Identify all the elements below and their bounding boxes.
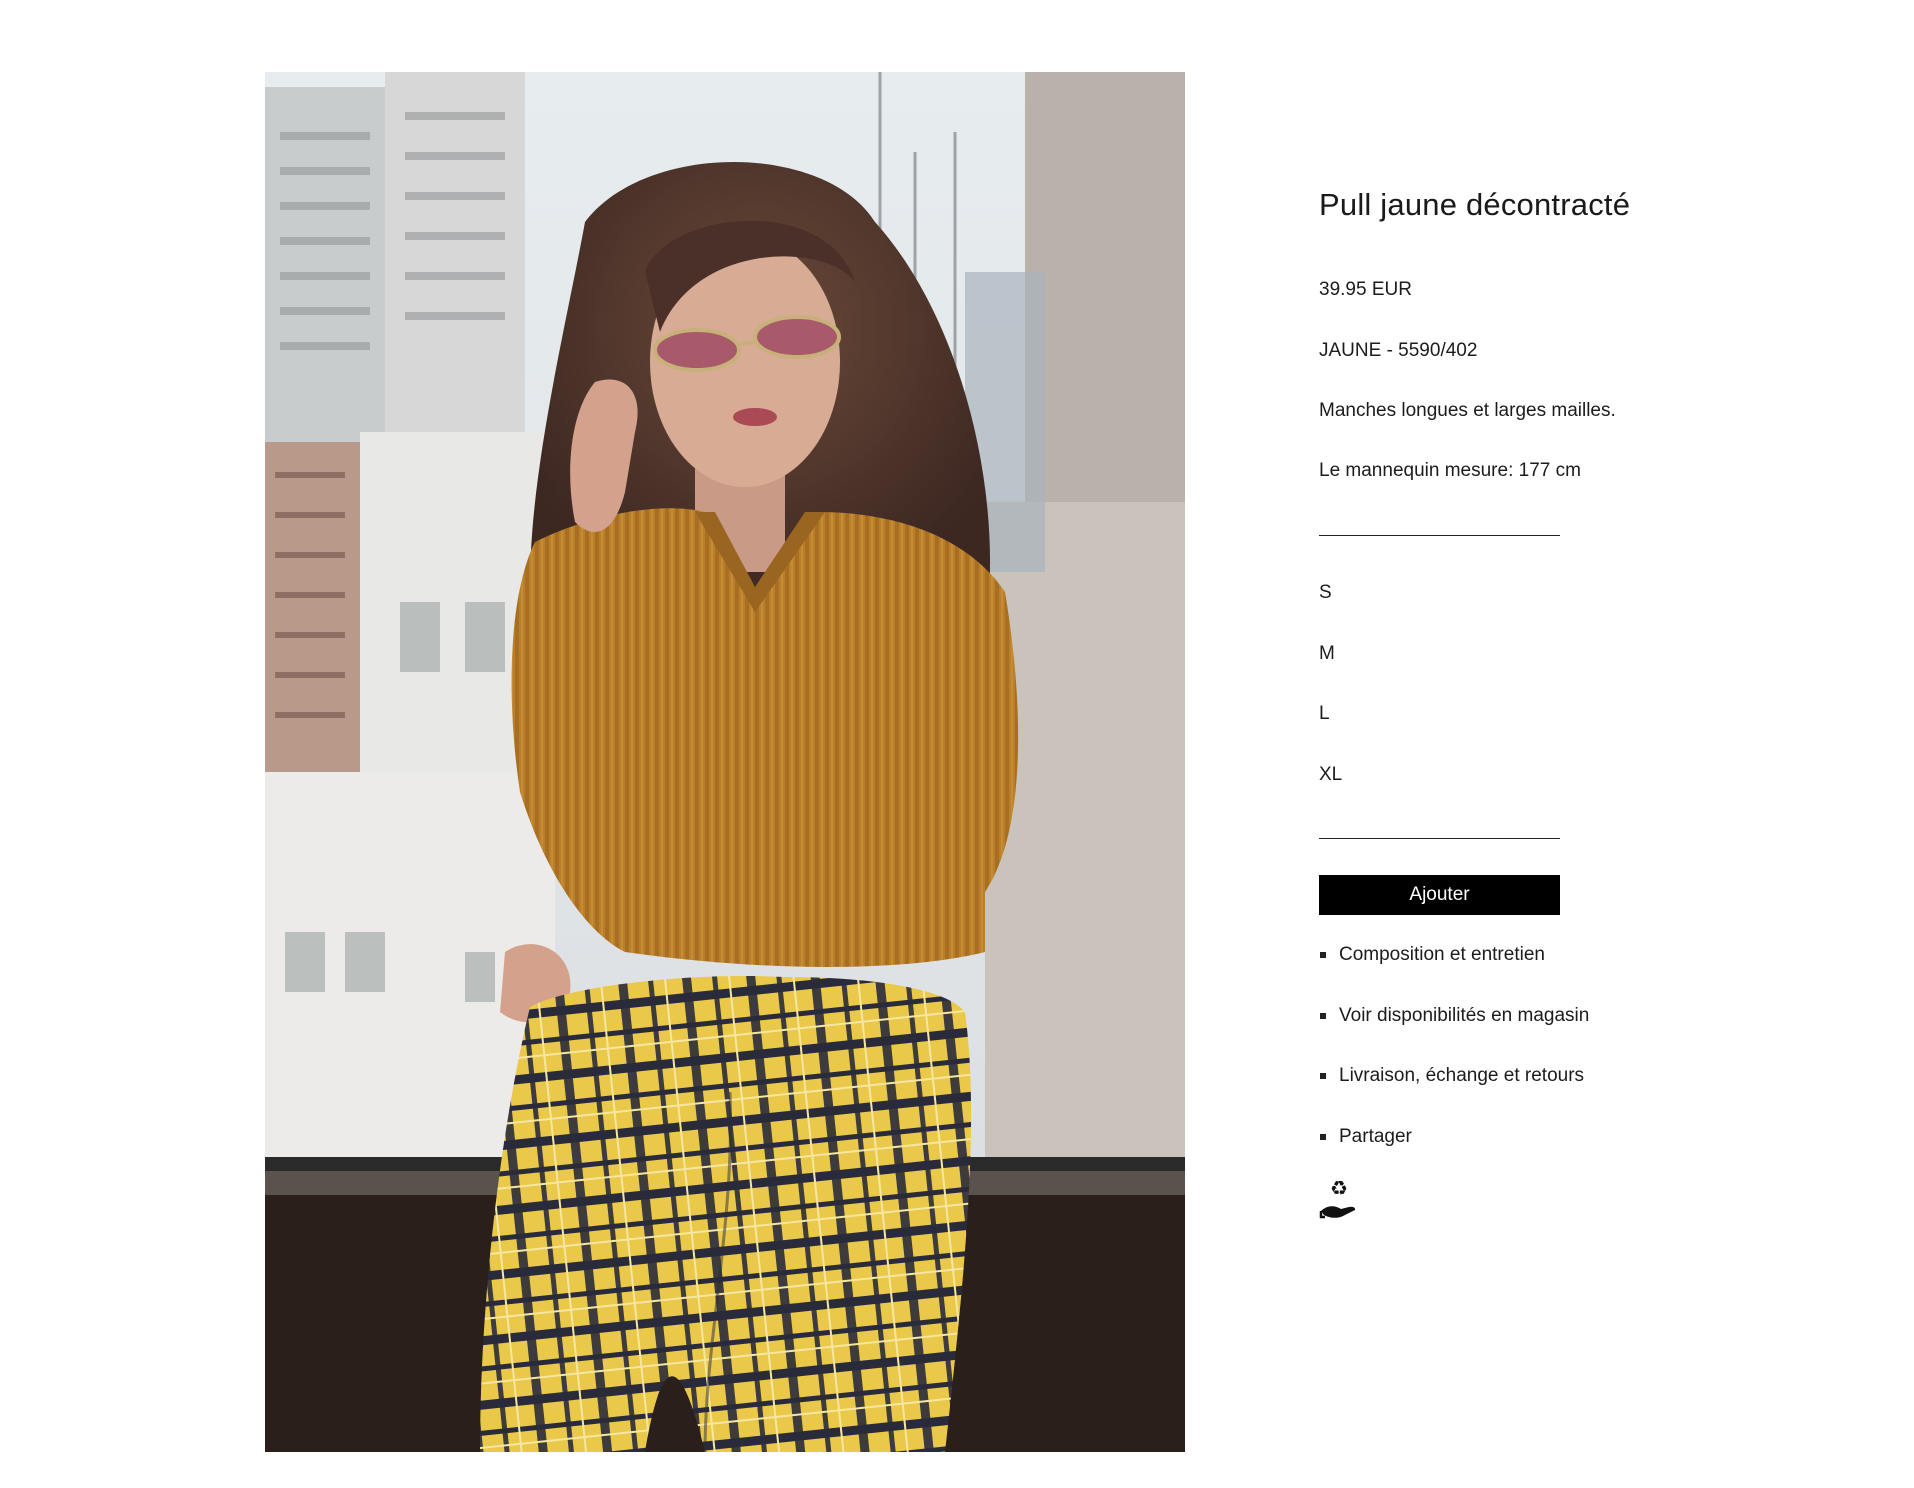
- divider-top: [1319, 535, 1560, 536]
- product-description: Manches longues et larges mailles.: [1319, 400, 1616, 421]
- size-option-l[interactable]: L: [1319, 703, 1330, 725]
- model-height: Le mannequin mesure: 177 cm: [1319, 460, 1581, 481]
- link-delivery-returns-label: Livraison, échange et retours: [1339, 1065, 1585, 1086]
- square-bullet-icon: [1320, 1134, 1326, 1140]
- product-title: Pull jaune décontracté: [1319, 187, 1631, 222]
- square-bullet-icon: [1320, 1073, 1326, 1079]
- link-store-availability-label: Voir disponibilités en magasin: [1339, 1005, 1590, 1026]
- product-image: [265, 72, 1185, 1452]
- size-option-s[interactable]: S: [1319, 582, 1332, 604]
- link-delivery-returns[interactable]: Livraison, échange et retours: [1319, 1065, 1584, 1087]
- link-share[interactable]: Partager: [1319, 1126, 1412, 1148]
- add-to-cart-button[interactable]: Ajouter: [1319, 875, 1560, 915]
- svg-text:♻: ♻: [1330, 1177, 1348, 1200]
- size-option-xl[interactable]: XL: [1319, 764, 1342, 786]
- link-composition[interactable]: Composition et entretien: [1319, 944, 1545, 966]
- recycle-hand-icon: ♻: [1319, 1176, 1359, 1221]
- product-reference: JAUNE - 5590/402: [1319, 340, 1478, 361]
- square-bullet-icon: [1320, 952, 1326, 958]
- size-option-m[interactable]: M: [1319, 643, 1335, 665]
- square-bullet-icon: [1320, 1013, 1326, 1019]
- link-share-label: Partager: [1339, 1126, 1412, 1147]
- link-store-availability[interactable]: Voir disponibilités en magasin: [1319, 1005, 1589, 1027]
- divider-bottom: [1319, 838, 1560, 839]
- link-composition-label: Composition et entretien: [1339, 944, 1545, 965]
- product-price: 39.95 EUR: [1319, 279, 1412, 300]
